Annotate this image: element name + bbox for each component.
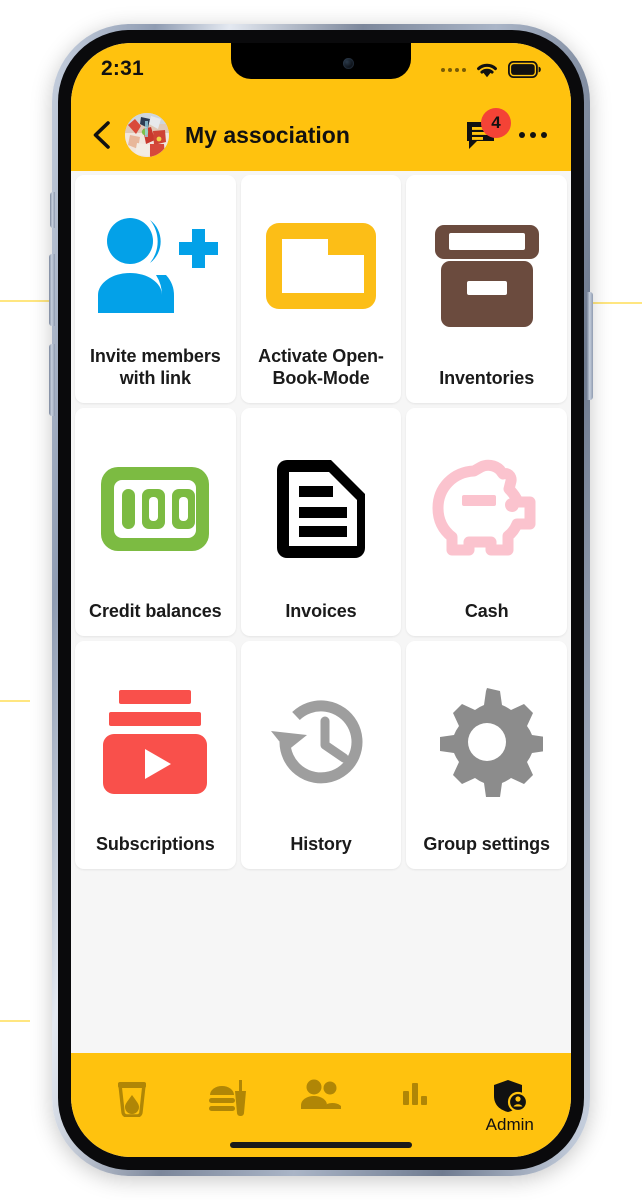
- main-content: Invite members with link Activate Open-B…: [71, 171, 571, 1053]
- tile-label: Invite members with link: [90, 345, 221, 388]
- tile-history[interactable]: History: [240, 641, 402, 869]
- tile-open-book-mode[interactable]: Activate Open-Book-Mode: [240, 175, 402, 403]
- tile-label: Invoices: [285, 600, 357, 621]
- food-meal-icon: [208, 1080, 246, 1116]
- tile-credit-balances[interactable]: Credit balances: [75, 408, 236, 636]
- mute-switch[interactable]: [50, 192, 55, 228]
- home-indicator[interactable]: [230, 1142, 412, 1148]
- tile-invoices[interactable]: Invoices: [240, 408, 402, 636]
- tile-cash[interactable]: Cash: [406, 408, 567, 636]
- power-button[interactable]: [587, 292, 593, 400]
- history-clock-icon: [247, 651, 396, 833]
- bottom-navigation: Admin: [71, 1053, 571, 1157]
- status-indicators: [441, 57, 541, 79]
- piggy-bank-icon: [412, 418, 561, 600]
- tile-subscriptions[interactable]: Subscriptions: [75, 641, 236, 869]
- nav-item-food[interactable]: [200, 1079, 254, 1119]
- nav-item-members[interactable]: [294, 1079, 348, 1113]
- admin-shield-icon: [493, 1080, 528, 1113]
- phone-screen: 2:31 My association 4 Invite members wit…: [71, 43, 571, 1157]
- front-camera-icon: [342, 57, 354, 69]
- chat-button[interactable]: 4: [465, 108, 511, 151]
- tile-label: Credit balances: [89, 600, 222, 621]
- app-header: My association 4: [71, 99, 571, 171]
- backdrop-guide-line: [0, 1020, 30, 1022]
- tile-label: History: [290, 833, 352, 854]
- people-group-icon: [300, 1079, 341, 1109]
- group-avatar-photo: [125, 113, 169, 157]
- backdrop-guide-line: [0, 700, 30, 702]
- wifi-icon: [477, 63, 497, 78]
- chat-badge: 4: [481, 108, 511, 138]
- status-bar: 2:31: [71, 43, 571, 99]
- avatar[interactable]: [125, 113, 169, 157]
- person-add-icon: [81, 185, 230, 345]
- header-actions: 4: [465, 108, 547, 151]
- bar-chart-icon: [403, 1083, 428, 1105]
- archive-box-icon: [412, 185, 561, 367]
- volume-up-button[interactable]: [49, 254, 55, 326]
- page-title: My association: [185, 121, 350, 148]
- display-notch: [231, 43, 411, 79]
- nav-item-statistics[interactable]: [388, 1079, 442, 1111]
- tile-label: Inventories: [439, 367, 535, 388]
- tile-inventories[interactable]: Inventories: [406, 175, 567, 403]
- gear-icon: [412, 651, 561, 833]
- drink-cup-icon: [118, 1082, 147, 1117]
- nav-item-admin[interactable]: Admin: [483, 1079, 537, 1135]
- tile-invite-members[interactable]: Invite members with link: [75, 175, 236, 403]
- tile-label: Group settings: [423, 833, 550, 854]
- hundred-credits-icon: [81, 418, 230, 600]
- volume-down-button[interactable]: [49, 344, 55, 416]
- tile-label: Activate Open-Book-Mode: [258, 345, 384, 388]
- status-clock: 2:31: [101, 57, 144, 80]
- signal-dots-icon: [441, 67, 466, 72]
- folder-icon: [247, 185, 396, 345]
- nav-item-drinks[interactable]: [105, 1079, 159, 1119]
- battery-full-icon: [508, 61, 541, 78]
- phone-bezel: 2:31 My association 4 Invite members wit…: [58, 30, 584, 1170]
- tile-group-settings[interactable]: Group settings: [406, 641, 567, 869]
- tile-label: Subscriptions: [95, 833, 215, 854]
- invoice-document-icon: [247, 418, 396, 600]
- nav-label: Admin: [485, 1115, 534, 1134]
- back-chevron-icon[interactable]: [89, 120, 115, 150]
- phone-frame: 2:31 My association 4 Invite members wit…: [49, 24, 593, 1176]
- tile-label: Cash: [464, 600, 509, 621]
- page-root: 2:31 My association 4 Invite members wit…: [0, 0, 642, 1200]
- more-options-icon[interactable]: [519, 126, 547, 144]
- feature-grid: Invite members with link Activate Open-B…: [73, 173, 569, 869]
- subscriptions-play-icon: [81, 651, 230, 833]
